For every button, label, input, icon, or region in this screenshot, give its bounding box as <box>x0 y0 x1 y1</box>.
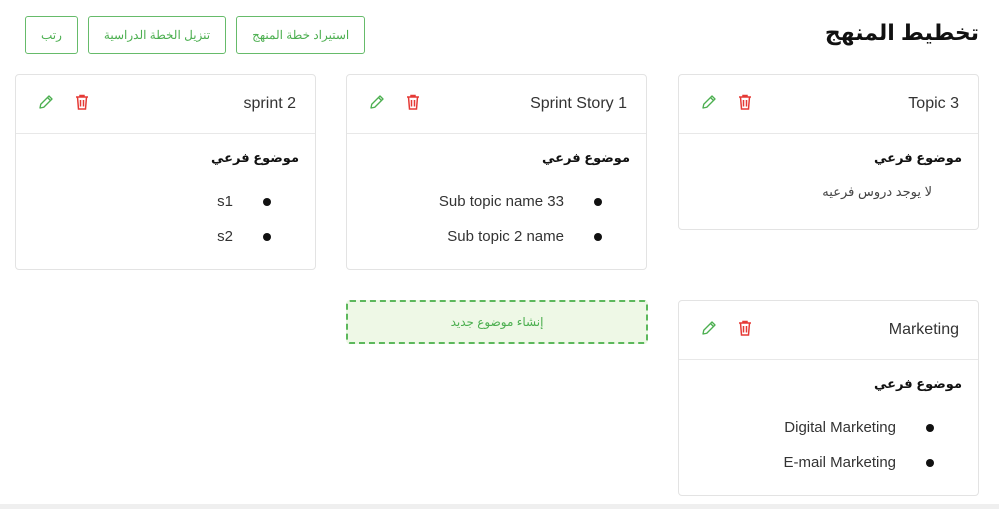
bottom-scroll-strip <box>0 504 999 509</box>
trash-icon[interactable] <box>403 92 423 112</box>
download-plan-button[interactable]: تنزيل الخطة الدراسية <box>87 16 227 54</box>
subtopic-list: s1 s2 <box>32 184 299 254</box>
subtopic-heading: موضوع فرعي <box>873 376 962 391</box>
topic-actions <box>367 92 423 112</box>
topic-title: Sprint Story 1 <box>530 95 627 112</box>
page-title: تخطيط المنهج <box>824 20 979 45</box>
subtopic-list: Sub topic name 33 Sub topic 2 name <box>363 184 630 254</box>
subtopic-label: s2 <box>217 228 233 245</box>
subtopic-label: s1 <box>217 193 233 210</box>
topic-card-header: Topic 3 <box>679 75 978 134</box>
subtopic-item[interactable]: s1 <box>32 184 299 219</box>
subtopic-item[interactable]: Sub topic 2 name <box>363 219 630 254</box>
topic-card: Sprint Story 1 موضوع فرعي Sub topic name… <box>346 74 647 270</box>
trash-icon[interactable] <box>735 92 755 112</box>
subtopic-heading: موضوع فرعي <box>541 150 630 165</box>
trash-icon[interactable] <box>735 318 755 338</box>
topic-title: Topic 3 <box>908 95 959 112</box>
subtopic-label: Digital Marketing <box>784 419 896 436</box>
bullet-icon <box>594 232 602 241</box>
pencil-icon[interactable] <box>367 92 387 112</box>
trash-icon[interactable] <box>72 92 92 112</box>
topic-actions <box>699 92 755 112</box>
subtopic-item[interactable]: Digital Marketing <box>695 410 962 445</box>
topic-card: Topic 3 موضوع فرعي لا يوجد دروس فرعيه <box>678 74 979 230</box>
bullet-icon <box>926 423 934 432</box>
subtopic-item[interactable]: Sub topic name 33 <box>363 184 630 219</box>
bullet-icon <box>263 232 271 241</box>
topic-card: sprint 2 موضوع فرعي s1 s2 <box>15 74 316 270</box>
arrange-button[interactable]: رتب <box>25 16 78 54</box>
topic-card-header: Sprint Story 1 <box>347 75 646 134</box>
topic-card-header: sprint 2 <box>16 75 315 134</box>
topic-title: Marketing <box>888 321 959 338</box>
topic-card-body: موضوع فرعي s1 s2 <box>16 134 315 262</box>
pencil-icon[interactable] <box>699 318 719 338</box>
topic-card-body: موضوع فرعي لا يوجد دروس فرعيه <box>679 134 978 220</box>
subtopic-list: Digital Marketing E-mail Marketing <box>695 410 962 480</box>
topic-card-header: Marketing <box>679 301 978 360</box>
create-topic-button[interactable]: إنشاء موضوع جديد <box>346 300 648 344</box>
pencil-icon[interactable] <box>36 92 56 112</box>
import-plan-button[interactable]: استيراد خطة المنهج <box>236 16 366 54</box>
subtopic-label: E-mail Marketing <box>783 454 896 471</box>
pencil-icon[interactable] <box>699 92 719 112</box>
subtopic-item[interactable]: s2 <box>32 219 299 254</box>
topic-title: sprint 2 <box>243 95 296 112</box>
topic-card-body: موضوع فرعي Digital Marketing E-mail Mark… <box>679 360 978 488</box>
top-actions: رتب تنزيل الخطة الدراسية استيراد خطة الم… <box>25 16 366 54</box>
bullet-icon <box>926 458 934 467</box>
topic-card-body: موضوع فرعي Sub topic name 33 Sub topic 2… <box>347 134 646 262</box>
subtopic-label: Sub topic 2 name <box>447 228 564 245</box>
subtopic-label: Sub topic name 33 <box>438 193 564 210</box>
no-subtopics-message: لا يوجد دروس فرعيه <box>822 184 932 199</box>
subtopic-heading: موضوع فرعي <box>873 150 962 165</box>
bullet-icon <box>594 197 602 206</box>
subtopic-item[interactable]: E-mail Marketing <box>695 445 962 480</box>
topic-card: Marketing موضوع فرعي Digital Marketing E… <box>678 300 979 496</box>
topic-actions <box>36 92 92 112</box>
topic-actions <box>699 318 755 338</box>
bullet-icon <box>263 197 271 206</box>
subtopic-heading: موضوع فرعي <box>210 150 299 165</box>
